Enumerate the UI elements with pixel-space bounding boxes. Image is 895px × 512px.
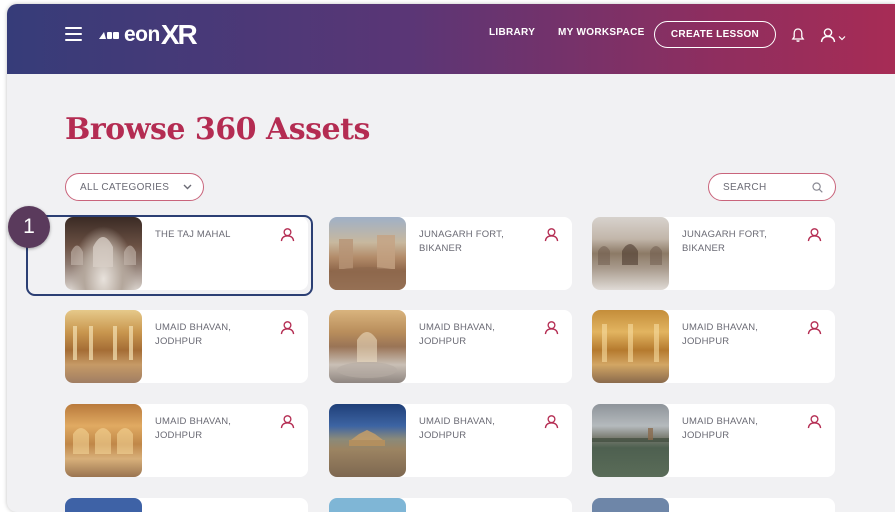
asset-name: UMAID BHAVAN, JODHPUR: [155, 416, 232, 441]
asset-name: UMAID BHAVAN, JODHPUR: [419, 322, 496, 347]
asset-name: UMAID BHAVAN, JODHPUR: [682, 416, 759, 441]
asset-card[interactable]: UMAID BHAVAN, JODHPUR: [65, 404, 308, 477]
category-filter-label: ALL CATEGORIES: [80, 181, 170, 193]
asset-name: UMAID BHAVAN, JODHPUR: [419, 416, 496, 441]
logo-text-eon: eon: [124, 23, 160, 46]
search-input[interactable]: SEARCH: [708, 173, 836, 201]
asset-card[interactable]: UMAID BHAVAN, JODHPUR: [592, 310, 835, 383]
chevron-down-icon: [838, 36, 846, 41]
asset-thumbnail-partial: [329, 498, 406, 512]
user-icon[interactable]: [280, 320, 295, 335]
user-icon[interactable]: [807, 227, 822, 242]
user-icon[interactable]: [544, 320, 559, 335]
eon-logo-mark-icon: [99, 32, 119, 39]
search-placeholder: SEARCH: [723, 181, 767, 193]
user-icon[interactable]: [544, 414, 559, 429]
step-number-badge: 1: [8, 206, 50, 248]
chevron-down-icon: [183, 184, 192, 190]
asset-thumbnail-partial: [592, 498, 669, 512]
asset-name: JUNAGARH FORT, BIKANER: [682, 229, 767, 254]
user-icon[interactable]: [544, 227, 559, 242]
asset-name: JUNAGARH FORT, BIKANER: [419, 229, 504, 254]
asset-thumbnail: [592, 310, 669, 383]
asset-card[interactable]: UMAID BHAVAN, JODHPUR: [65, 310, 308, 383]
asset-name: UMAID BHAVAN, JODHPUR: [155, 322, 232, 347]
asset-card[interactable]: JUNAGARH FORT, BIKANER: [592, 217, 835, 290]
asset-thumbnail: [329, 217, 406, 290]
category-filter-dropdown[interactable]: ALL CATEGORIES: [65, 173, 204, 201]
create-lesson-button[interactable]: CREATE LESSON: [654, 21, 776, 48]
asset-thumbnail: [329, 310, 406, 383]
user-icon[interactable]: [280, 414, 295, 429]
user-icon[interactable]: [807, 414, 822, 429]
asset-card[interactable]: UMAID BHAVAN, JODHPUR: [592, 404, 835, 477]
asset-thumbnail: [65, 404, 142, 477]
asset-thumbnail: [329, 404, 406, 477]
asset-name: UMAID BHAVAN, JODHPUR: [682, 322, 759, 347]
nav-library-link[interactable]: LIBRARY: [489, 27, 535, 38]
user-icon[interactable]: [807, 320, 822, 335]
asset-thumbnail: [592, 217, 669, 290]
top-navigation-bar: eon XR LIBRARY MY WORKSPACE CREATE LESSO…: [7, 4, 895, 74]
asset-thumbnail: [592, 404, 669, 477]
selection-highlight: [26, 215, 313, 296]
asset-card[interactable]: UMAID BHAVAN, JODHPUR: [329, 404, 572, 477]
menu-icon[interactable]: [65, 27, 82, 41]
nav-my-workspace-link[interactable]: MY WORKSPACE: [558, 27, 645, 38]
search-icon: [812, 182, 823, 193]
asset-thumbnail: [65, 310, 142, 383]
logo-text-xr: XR: [160, 19, 198, 50]
user-menu[interactable]: [820, 26, 846, 44]
bell-icon[interactable]: [791, 27, 805, 43]
page-title: Browse 360 Assets: [65, 112, 370, 147]
asset-card[interactable]: JUNAGARH FORT, BIKANER: [329, 217, 572, 290]
app-window: eon XR LIBRARY MY WORKSPACE CREATE LESSO…: [7, 4, 895, 512]
asset-thumbnail-partial: [65, 498, 142, 512]
asset-card[interactable]: UMAID BHAVAN, JODHPUR: [329, 310, 572, 383]
user-icon: [820, 28, 836, 43]
eon-xr-logo[interactable]: eon XR: [97, 19, 198, 50]
